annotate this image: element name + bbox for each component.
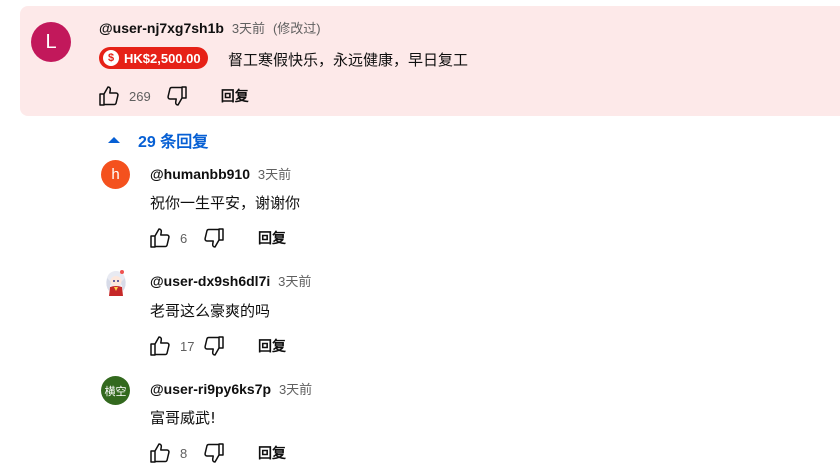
donation-amount: HK$2,500.00	[124, 50, 201, 66]
reply-actions: 6 回复	[148, 226, 286, 250]
avatar[interactable]: L	[31, 22, 71, 62]
replies-count-label: 29 条回复	[138, 134, 209, 151]
thumb-down-icon	[204, 336, 224, 356]
like-count: 269	[129, 88, 151, 104]
reply-text: 老哥这么豪爽的吗	[150, 302, 271, 320]
comment-actions: 269 回复	[97, 84, 249, 108]
highlighted-comment: L @user-nj7xg7sh1b 3天前 (修改过) $ HK$2,500.…	[20, 6, 840, 116]
reply-author-line: @user-ri9py6ks7p 3天前	[150, 379, 312, 398]
reply-button[interactable]: 回复	[258, 336, 286, 356]
chevron-up-icon	[108, 137, 120, 143]
like-button[interactable]	[148, 226, 172, 250]
reply-text: 富哥威武!	[150, 409, 217, 427]
reply-time[interactable]: 3天前	[279, 382, 312, 397]
comment-text: 督工寒假快乐，永远健康，早日复工	[228, 51, 469, 69]
dislike-button[interactable]	[165, 84, 189, 108]
replies-toggle-button[interactable]: 29 条回复	[108, 128, 208, 152]
comment-author-line: @user-nj7xg7sh1b 3天前 (修改过)	[99, 18, 321, 37]
like-button[interactable]	[148, 441, 172, 465]
reply-time[interactable]: 3天前	[258, 167, 291, 182]
like-count: 6	[180, 230, 188, 246]
reply-button[interactable]: 回复	[258, 443, 286, 463]
reply-button[interactable]: 回复	[221, 86, 249, 106]
comment-author[interactable]: @user-nj7xg7sh1b	[99, 20, 224, 36]
like-count: 8	[180, 445, 188, 461]
thumb-up-icon	[150, 228, 170, 248]
avatar[interactable]: h	[101, 160, 130, 189]
dollar-coin-icon: $	[103, 50, 119, 66]
thumb-down-icon	[204, 228, 224, 248]
thumb-up-icon	[99, 86, 119, 106]
dislike-button[interactable]	[202, 334, 226, 358]
thumb-down-icon	[166, 86, 187, 106]
avatar[interactable]: 横空	[101, 376, 130, 405]
thumb-down-icon	[204, 443, 224, 463]
dislike-button[interactable]	[202, 226, 226, 250]
reply-author[interactable]: @user-dx9sh6dl7i	[150, 273, 270, 289]
like-count: 17	[180, 338, 195, 354]
edited-label: (修改过)	[272, 21, 321, 36]
comment-time[interactable]: 3天前	[232, 21, 265, 36]
reply-button[interactable]: 回复	[258, 228, 286, 248]
anime-character-avatar-icon	[106, 270, 126, 296]
reply-author[interactable]: @humanbb910	[150, 166, 250, 182]
thumb-up-icon	[150, 443, 170, 463]
reply-author[interactable]: @user-ri9py6ks7p	[150, 381, 271, 397]
reply-author-line: @user-dx9sh6dl7i 3天前	[150, 271, 311, 290]
reply-actions: 17 回复	[148, 334, 286, 358]
reply-text: 祝你一生平安，谢谢你	[150, 194, 301, 212]
reply-actions: 8 回复	[148, 441, 286, 465]
dislike-button[interactable]	[202, 441, 226, 465]
like-button[interactable]	[148, 334, 172, 358]
thumb-up-icon	[150, 336, 170, 356]
reply-time[interactable]: 3天前	[278, 274, 311, 289]
like-button[interactable]	[97, 84, 121, 108]
reply-author-line: @humanbb910 3天前	[150, 164, 291, 183]
super-thanks-badge: $ HK$2,500.00	[99, 47, 208, 69]
avatar[interactable]	[100, 266, 132, 298]
